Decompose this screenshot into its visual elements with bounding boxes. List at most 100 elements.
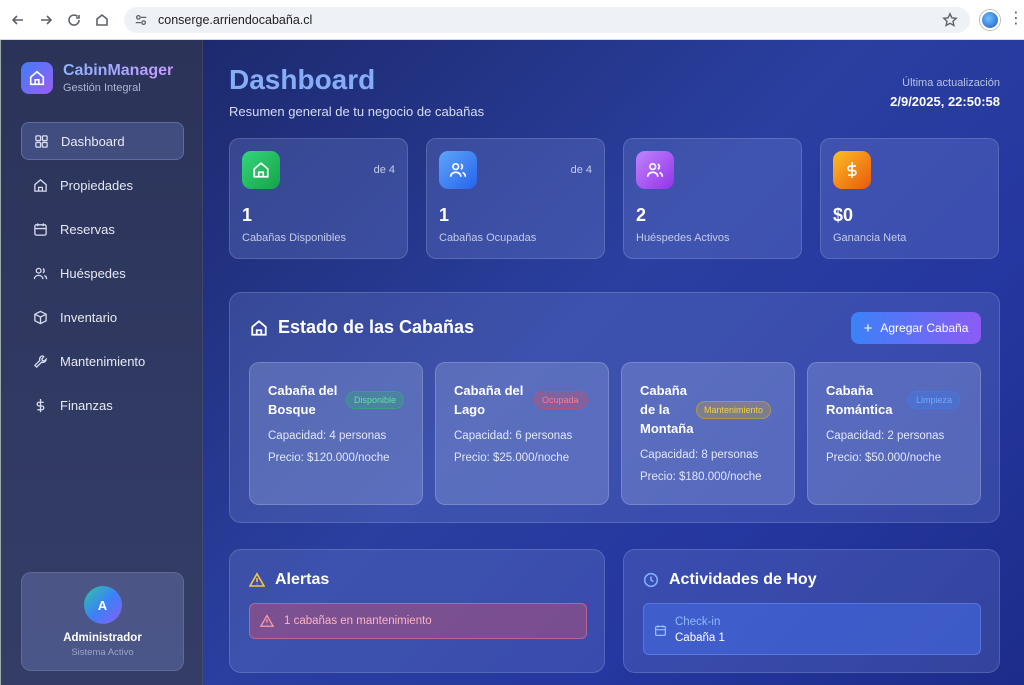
stat-card-ocupadas: de 4 1 Cabañas Ocupadas bbox=[426, 138, 605, 259]
alerts-title: Alertas bbox=[249, 571, 329, 589]
app-window: CabinManager Gestión Integral Dashboard … bbox=[0, 40, 1024, 685]
sidebar-item-inventario[interactable]: Inventario bbox=[21, 298, 184, 336]
alerts-panel: Alertas 1 cabañas en mantenimiento bbox=[229, 549, 605, 673]
status-badge: Disponible bbox=[346, 391, 405, 409]
avatar: A bbox=[83, 586, 122, 624]
cabin-card-bosque[interactable]: Cabaña del Bosque Disponible Capacidad: … bbox=[249, 362, 423, 505]
brand-home-icon bbox=[21, 62, 53, 94]
add-cabin-button[interactable]: + Agregar Cabaña bbox=[851, 312, 981, 344]
stat-card-disponibles: de 4 1 Cabañas Disponibles bbox=[229, 138, 408, 259]
users-icon bbox=[636, 151, 674, 189]
last-update: Última actualización 2/9/2025, 22:50:58 bbox=[890, 77, 1000, 109]
reload-icon[interactable] bbox=[60, 6, 88, 34]
warning-icon bbox=[249, 572, 265, 587]
more-menu-icon[interactable]: ⋮ bbox=[1008, 11, 1024, 28]
activity-cabin: Cabaña 1 bbox=[675, 632, 725, 644]
url-text[interactable]: conserge.arriendocabaña.cl bbox=[158, 13, 312, 27]
activity-type: Check-in bbox=[675, 616, 721, 628]
stat-of: de 4 bbox=[373, 164, 395, 176]
cabin-capacity: Capacidad: 2 personas bbox=[826, 430, 945, 442]
cabin-price: Precio: $180.000/noche bbox=[640, 471, 762, 483]
forward-icon[interactable] bbox=[32, 6, 60, 34]
stat-card-ganancia: $0 Ganancia Neta bbox=[820, 138, 999, 259]
status-badge: Ocupada bbox=[534, 391, 587, 409]
sidebar-item-mantenimiento[interactable]: Mantenimiento bbox=[21, 342, 184, 380]
back-icon[interactable] bbox=[4, 6, 32, 34]
brand-subtitle: Gestión Integral bbox=[63, 82, 141, 94]
last-update-time: 2/9/2025, 22:50:58 bbox=[890, 94, 1000, 109]
sidebar-item-label: Finanzas bbox=[60, 397, 113, 413]
clock-icon bbox=[643, 572, 659, 588]
profile-avatar[interactable] bbox=[980, 10, 1000, 30]
dollar-icon bbox=[36, 398, 45, 412]
sidebar-menu: Dashboard Propiedades Reservas Huéspedes… bbox=[21, 122, 184, 430]
activities-title-text: Actividades de Hoy bbox=[669, 571, 817, 588]
cabin-name: Cabaña Romántica bbox=[826, 383, 893, 417]
warning-icon bbox=[260, 614, 274, 627]
plus-icon: + bbox=[863, 319, 873, 337]
user-status: Sistema Activo bbox=[71, 647, 134, 658]
alert-item[interactable]: 1 cabañas en mantenimiento bbox=[249, 603, 587, 639]
stat-label: Cabañas Ocupadas bbox=[439, 232, 537, 244]
stat-value: 1 bbox=[439, 205, 450, 225]
page-title: Dashboard bbox=[229, 64, 376, 95]
status-badge: Limpieza bbox=[908, 391, 961, 409]
stat-label: Cabañas Disponibles bbox=[242, 232, 346, 244]
cabin-name: Cabaña del Bosque bbox=[268, 383, 338, 417]
stat-value: $0 bbox=[833, 205, 854, 225]
sidebar-item-label: Inventario bbox=[60, 309, 118, 325]
alert-text: 1 cabañas en mantenimiento bbox=[284, 615, 432, 627]
dollar-icon bbox=[833, 151, 871, 189]
cabins-panel-title: Estado de las Cabañas bbox=[250, 317, 474, 338]
sidebar-item-huespedes[interactable]: Huéspedes bbox=[21, 254, 184, 292]
sidebar-item-finanzas[interactable]: Finanzas bbox=[21, 386, 184, 424]
cabin-list: Cabaña del Bosque Disponible Capacidad: … bbox=[249, 362, 981, 505]
cabins-title-text: Estado de las Cabañas bbox=[278, 317, 475, 337]
grid-icon bbox=[35, 134, 48, 148]
alerts-title-text: Alertas bbox=[275, 571, 330, 588]
sidebar-item-label: Propiedades bbox=[60, 177, 133, 193]
sidebar-item-label: Mantenimiento bbox=[60, 353, 146, 369]
stat-of: de 4 bbox=[570, 164, 592, 176]
sidebar-item-label: Dashboard bbox=[61, 133, 125, 149]
cabins-panel: Estado de las Cabañas + Agregar Cabaña C… bbox=[229, 292, 1000, 523]
cabin-capacity: Capacidad: 6 personas bbox=[454, 430, 573, 442]
sidebar-item-reservas[interactable]: Reservas bbox=[21, 210, 184, 248]
cabin-capacity: Capacidad: 8 personas bbox=[640, 449, 759, 461]
cabin-price: Precio: $120.000/noche bbox=[268, 452, 390, 464]
page-subtitle: Resumen general de tu negocio de cabañas bbox=[229, 104, 485, 119]
sidebar-item-dashboard[interactable]: Dashboard bbox=[21, 122, 184, 160]
stat-value: 1 bbox=[242, 205, 253, 225]
calendar-icon bbox=[655, 625, 666, 636]
address-bar[interactable]: conserge.arriendocabaña.cl bbox=[124, 7, 970, 33]
home-icon bbox=[251, 319, 267, 336]
home-icon bbox=[34, 178, 47, 192]
brand: CabinManager Gestión Integral bbox=[21, 62, 173, 94]
activities-panel: Actividades de Hoy Check-in Cabaña 1 bbox=[623, 549, 1000, 673]
home-icon[interactable] bbox=[88, 6, 116, 34]
stat-label: Huéspedes Activos bbox=[636, 232, 730, 244]
site-settings-icon[interactable] bbox=[134, 13, 148, 27]
sidebar-item-label: Reservas bbox=[60, 221, 115, 237]
cabin-price: Precio: $25.000/noche bbox=[454, 452, 570, 464]
status-badge: Mantenimiento bbox=[696, 400, 772, 419]
bookmark-star-icon[interactable] bbox=[942, 12, 958, 28]
home-icon bbox=[242, 151, 280, 189]
brand-title: CabinManager bbox=[63, 62, 174, 79]
stat-value: 2 bbox=[636, 205, 647, 225]
add-cabin-label: Agregar Cabaña bbox=[880, 321, 969, 335]
sidebar-item-label: Huéspedes bbox=[60, 265, 126, 281]
cabin-price: Precio: $50.000/noche bbox=[826, 452, 942, 464]
user-card[interactable]: A Administrador Sistema Activo bbox=[21, 572, 184, 671]
calendar-icon bbox=[34, 222, 47, 236]
sidebar-item-propiedades[interactable]: Propiedades bbox=[21, 166, 184, 204]
cabin-card-montana[interactable]: Cabaña de la Montaña Mantenimiento Capac… bbox=[621, 362, 795, 505]
activities-title: Actividades de Hoy bbox=[643, 571, 817, 589]
cabin-name: Cabaña de la Montaña bbox=[640, 383, 694, 436]
cabin-name: Cabaña del Lago bbox=[454, 383, 524, 417]
cabin-card-romantica[interactable]: Cabaña Romántica Limpieza Capacidad: 2 p… bbox=[807, 362, 981, 505]
last-update-label: Última actualización bbox=[902, 77, 1000, 89]
activity-item[interactable]: Check-in Cabaña 1 bbox=[643, 603, 981, 655]
cabin-card-lago[interactable]: Cabaña del Lago Ocupada Capacidad: 6 per… bbox=[435, 362, 609, 505]
browser-toolbar: conserge.arriendocabaña.cl ⋮ bbox=[0, 0, 1024, 40]
